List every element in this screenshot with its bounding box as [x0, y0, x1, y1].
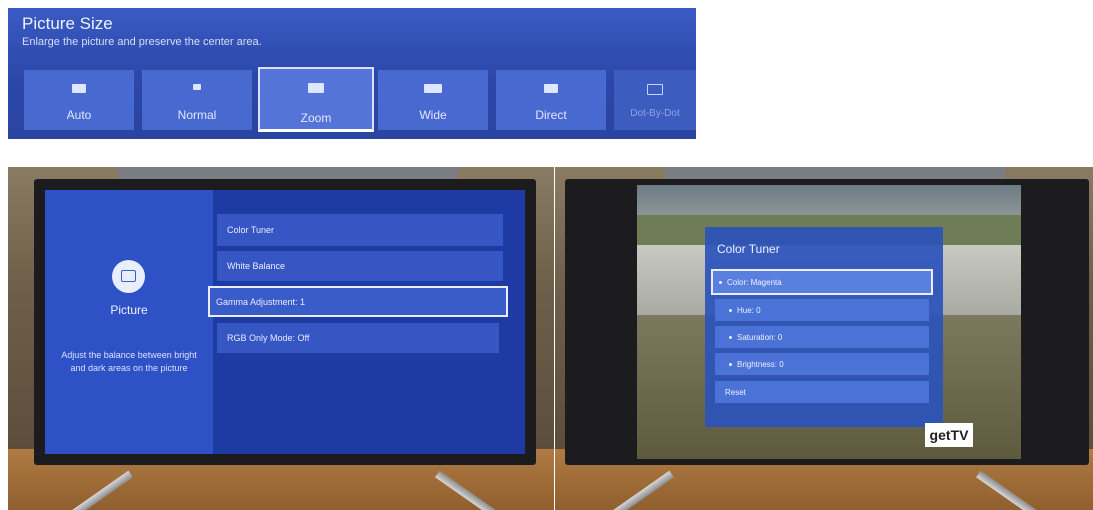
screen-dot-by-dot-icon [647, 84, 663, 95]
picture-size-subtitle: Enlarge the picture and preserve the cen… [22, 36, 262, 48]
bullet-icon [729, 335, 732, 339]
tuner-item-brightness[interactable]: Brightness: 0 [715, 353, 929, 375]
tv-screen: Picture Adjust the balance between brigh… [45, 190, 525, 454]
picture-size-title: Picture Size [22, 14, 113, 33]
category-pane: Picture Adjust the balance between brigh… [45, 190, 213, 454]
menu-item-rgb-only-mode[interactable]: RGB Only Mode: Off [217, 323, 499, 353]
screen-wide-icon [424, 84, 442, 93]
color-tuner-panel: Color Tuner Color: Magenta Hue: 0 Satura… [705, 227, 943, 427]
channel-logo: getTV [925, 423, 973, 447]
screen-normal-icon [193, 84, 201, 90]
option-normal[interactable]: Normal [142, 70, 252, 130]
tuner-item-label: Saturation: 0 [737, 332, 783, 342]
menu-item-gamma-adjustment[interactable]: Gamma Adjustment: 1 [208, 286, 508, 317]
screen-zoom-icon [308, 83, 324, 93]
tv-screen: Color Tuner Color: Magenta Hue: 0 Satura… [637, 185, 1021, 459]
picture-icon [112, 260, 145, 293]
video-background [637, 185, 1021, 215]
tuner-item-label: Hue: 0 [737, 305, 761, 315]
tuner-item-label: Color: Magenta [727, 277, 782, 287]
category-description: Adjust the balance between bright and da… [61, 350, 197, 373]
screen-direct-icon [544, 84, 558, 93]
menu-item-white-balance[interactable]: White Balance [217, 251, 503, 281]
option-label: Auto [66, 108, 92, 122]
option-dot-by-dot[interactable]: Dot-By-Dot [614, 70, 696, 130]
tv-photo-color-tuner: Color Tuner Color: Magenta Hue: 0 Satura… [555, 167, 1093, 510]
picture-size-banner: Picture Size Enlarge the picture and pre… [8, 8, 696, 139]
tuner-item-color[interactable]: Color: Magenta [711, 269, 933, 295]
color-tuner-title: Color Tuner [717, 242, 780, 256]
option-label: Zoom [300, 111, 332, 125]
option-label: Direct [535, 108, 567, 122]
option-direct[interactable]: Direct [496, 70, 606, 130]
tuner-item-saturation[interactable]: Saturation: 0 [715, 326, 929, 348]
option-label: Normal [177, 108, 217, 122]
tuner-item-reset[interactable]: Reset [715, 381, 929, 403]
bullet-icon [729, 362, 732, 366]
bullet-icon [719, 280, 722, 284]
option-wide[interactable]: Wide [378, 70, 488, 130]
option-auto[interactable]: Auto [24, 70, 134, 130]
tv-photo-picture-menu: Picture Adjust the balance between brigh… [8, 167, 554, 510]
bullet-icon [729, 308, 732, 312]
option-zoom[interactable]: Zoom [258, 67, 374, 132]
tuner-item-label: Brightness: 0 [737, 359, 784, 369]
option-label: Dot-By-Dot [630, 108, 680, 119]
screen-full-icon [72, 84, 86, 93]
tuner-item-hue[interactable]: Hue: 0 [715, 299, 929, 321]
option-label: Wide [419, 108, 447, 122]
menu-item-color-tuner[interactable]: Color Tuner [217, 214, 503, 246]
category-title: Picture [110, 303, 148, 317]
